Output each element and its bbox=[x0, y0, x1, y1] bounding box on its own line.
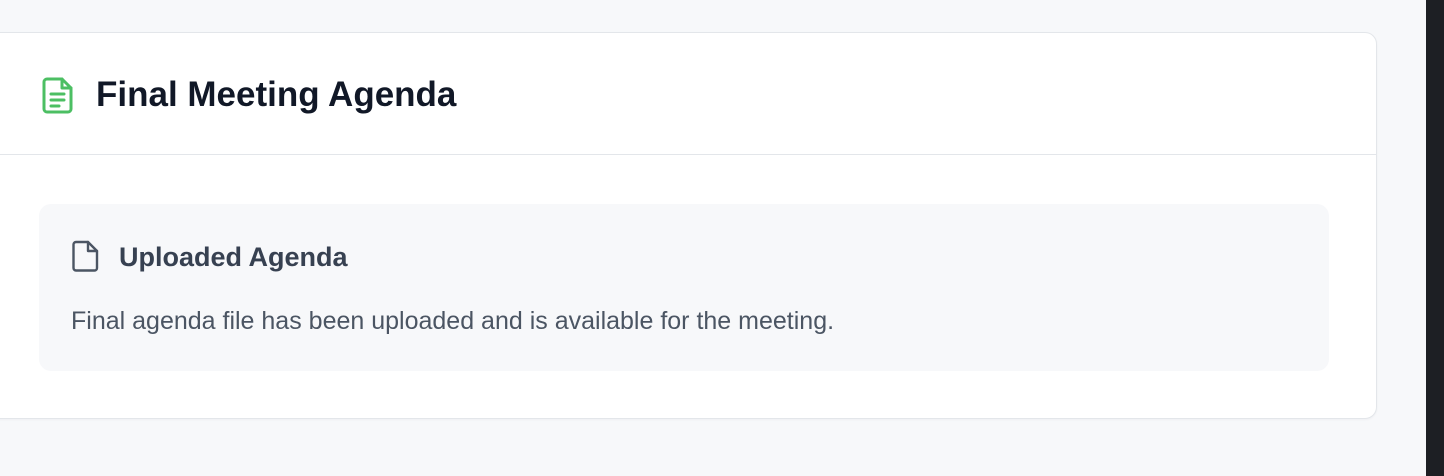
section-title: Uploaded Agenda bbox=[119, 242, 348, 272]
card-header: Final Meeting Agenda bbox=[0, 33, 1376, 155]
card-title: Final Meeting Agenda bbox=[96, 75, 457, 114]
agenda-card: Final Meeting Agenda Uploaded Agenda Fin… bbox=[0, 32, 1377, 419]
page-background: Final Meeting Agenda Uploaded Agenda Fin… bbox=[0, 0, 1426, 476]
uploaded-agenda-panel: Uploaded Agenda Final agenda file has be… bbox=[39, 204, 1329, 371]
section-description: Final agenda file has been uploaded and … bbox=[71, 307, 835, 335]
window-edge bbox=[1426, 0, 1444, 476]
document-text-icon bbox=[42, 76, 76, 114]
document-icon bbox=[72, 240, 100, 272]
